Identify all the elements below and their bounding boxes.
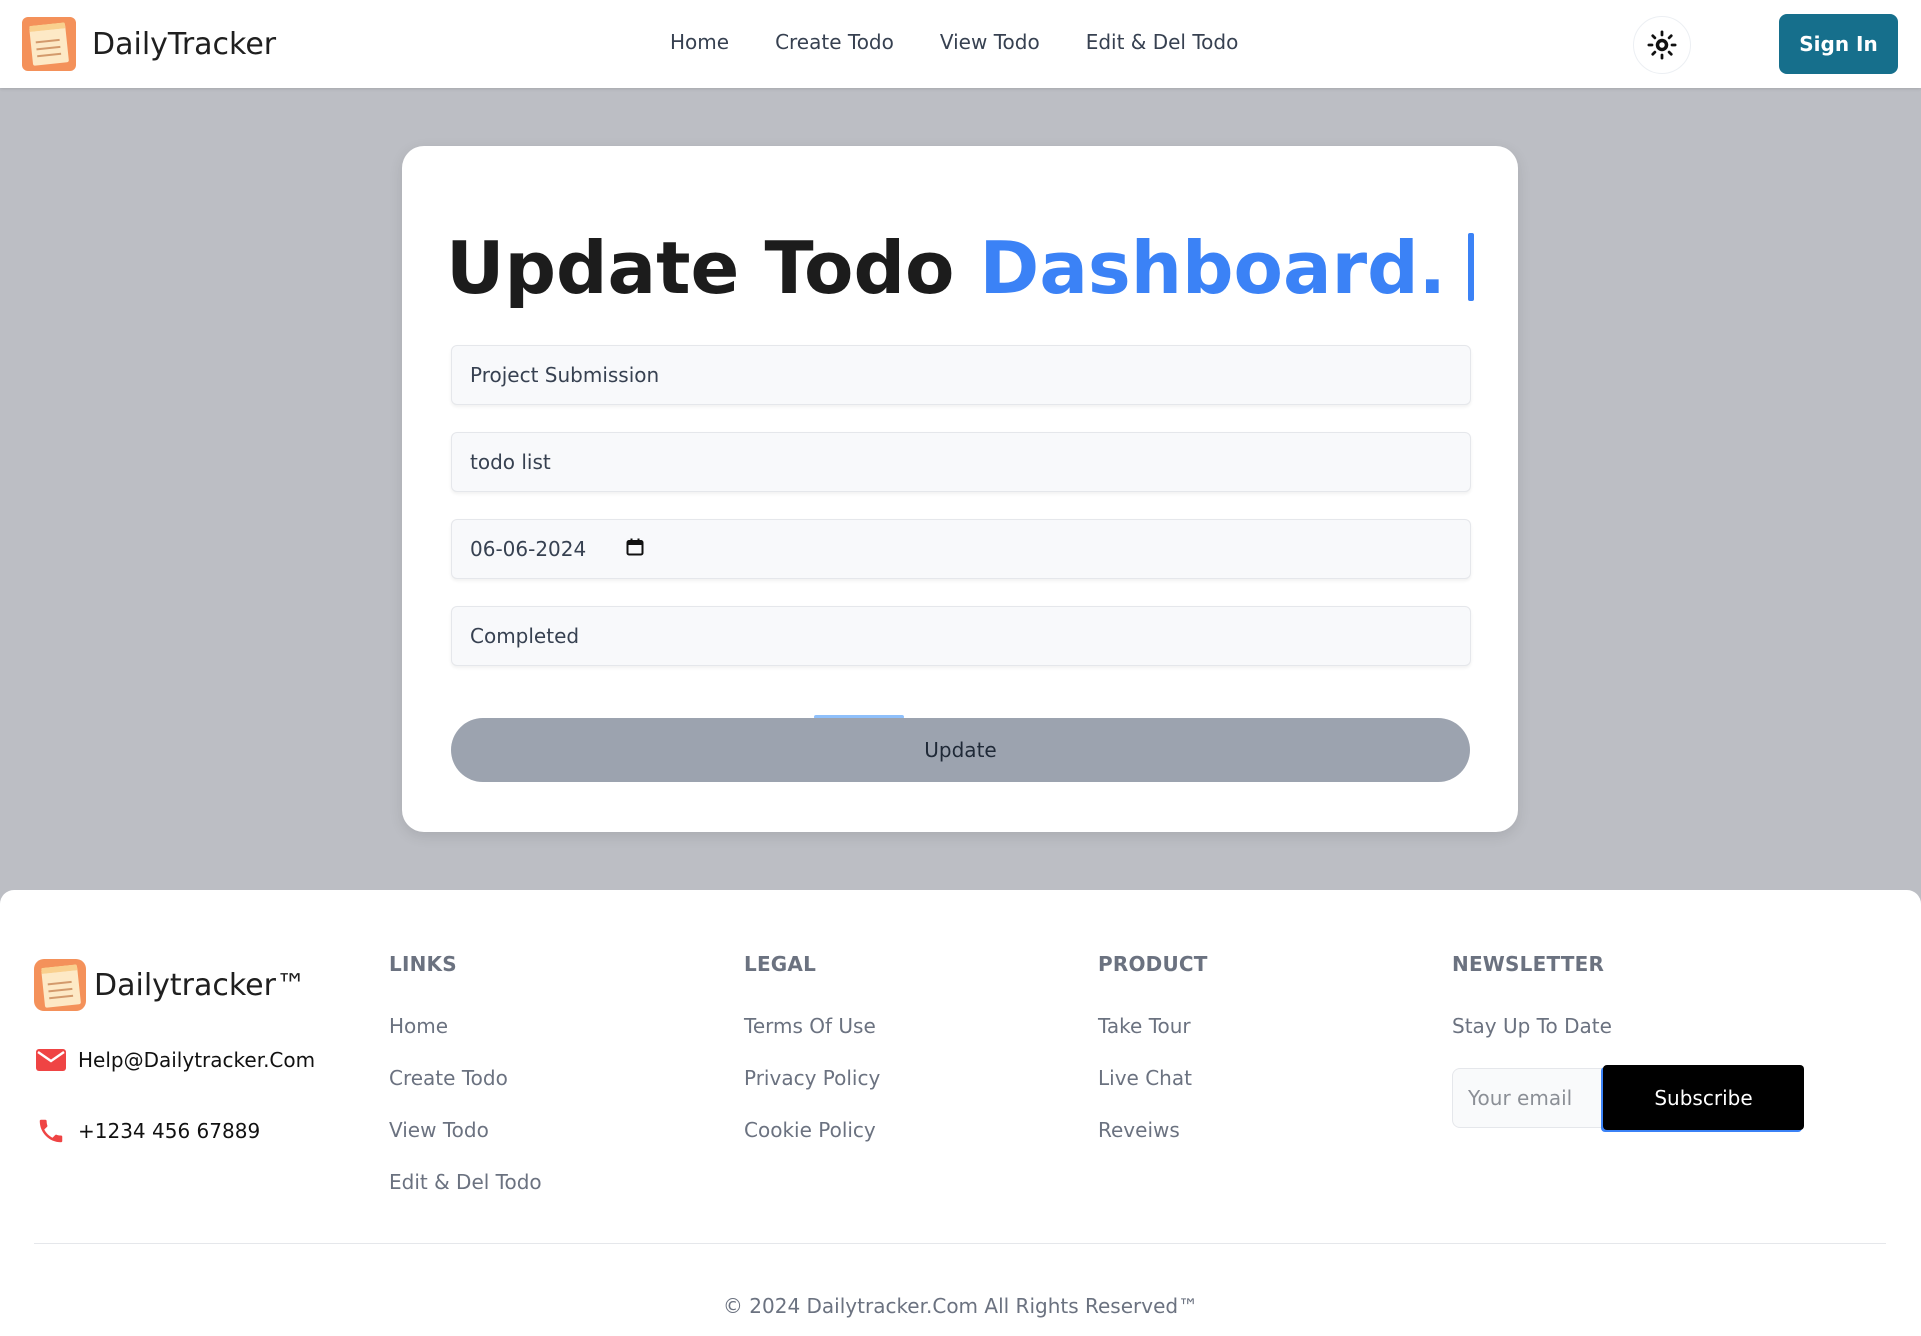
- calendar-icon[interactable]: [626, 537, 644, 561]
- title-accent: Dashboard.: [979, 226, 1446, 310]
- main-nav: Home Create Todo View Todo Edit & Del To…: [670, 30, 1284, 54]
- footer-link-live-chat[interactable]: Live Chat: [1098, 1066, 1208, 1118]
- footer-logo-icon: [34, 959, 86, 1011]
- footer-link-home[interactable]: Home: [389, 1014, 542, 1066]
- nav-view-todo[interactable]: View Todo: [940, 30, 1040, 54]
- footer-link-view-todo[interactable]: View Todo: [389, 1118, 542, 1170]
- footer-phone-text: +1234 456 67889: [78, 1119, 261, 1143]
- brand-name: DailyTracker: [92, 26, 277, 62]
- footer-newsletter-heading: NEWSLETTER: [1452, 952, 1605, 976]
- footer: Dailytracker™ Help@Dailytracker.Com +123…: [0, 890, 1921, 1336]
- newsletter-email-placeholder: Your email: [1468, 1086, 1573, 1110]
- todo-description-value: todo list: [470, 450, 551, 474]
- footer-brand[interactable]: Dailytracker™: [34, 959, 306, 1011]
- todo-title-value: Project Submission: [470, 363, 660, 387]
- todo-status-input[interactable]: Completed: [451, 606, 1471, 666]
- footer-link-privacy[interactable]: Privacy Policy: [744, 1066, 880, 1118]
- copyright: © 2024 Dailytracker.Com All Rights Reser…: [722, 1294, 1199, 1318]
- newsletter-text: Stay Up To Date: [1452, 1014, 1612, 1038]
- nav-create-todo[interactable]: Create Todo: [775, 30, 894, 54]
- phone-icon: [36, 1116, 68, 1146]
- title-main: Update Todo: [446, 226, 955, 310]
- page-title: Update Todo Dashboard.: [402, 226, 1518, 310]
- todo-date-value: 06-06-2024: [470, 537, 587, 561]
- todo-description-input[interactable]: todo list: [451, 432, 1471, 492]
- footer-link-terms[interactable]: Terms Of Use: [744, 1014, 880, 1066]
- todo-date-input[interactable]: 06-06-2024: [451, 519, 1471, 579]
- footer-divider: [34, 1243, 1886, 1244]
- footer-link-take-tour[interactable]: Take Tour: [1098, 1014, 1208, 1066]
- footer-link-edit-del-todo[interactable]: Edit & Del Todo: [389, 1170, 542, 1222]
- footer-newsletter-column: NEWSLETTER Stay Up To Date: [1452, 952, 1612, 1038]
- sun-icon: [1647, 30, 1677, 60]
- footer-phone[interactable]: +1234 456 67889: [36, 1116, 260, 1146]
- footer-brand-name: Dailytracker™: [94, 967, 306, 1003]
- footer-link-create-todo[interactable]: Create Todo: [389, 1066, 542, 1118]
- footer-legal-heading: LEGAL: [744, 952, 817, 976]
- footer-product-heading: PRODUCT: [1098, 952, 1208, 976]
- footer-links-heading: LINKS: [389, 952, 457, 976]
- typing-caret: [1468, 233, 1474, 301]
- top-navbar: DailyTracker Home Create Todo View Todo …: [0, 0, 1921, 88]
- subscribe-button[interactable]: Subscribe: [1603, 1065, 1804, 1130]
- footer-link-cookie[interactable]: Cookie Policy: [744, 1118, 880, 1170]
- update-todo-card: Update Todo Dashboard. Project Submissio…: [402, 146, 1518, 832]
- todo-status-value: Completed: [470, 624, 580, 648]
- nav-home[interactable]: Home: [670, 30, 729, 54]
- footer-email[interactable]: Help@Dailytracker.Com: [36, 1048, 315, 1072]
- todo-title-input[interactable]: Project Submission: [451, 345, 1471, 405]
- theme-toggle-button[interactable]: [1633, 16, 1691, 74]
- footer-link-reviews[interactable]: Reveiws: [1098, 1118, 1208, 1170]
- footer-legal-column: LEGAL Terms Of Use Privacy Policy Cookie…: [744, 952, 880, 1170]
- mail-icon: [36, 1049, 68, 1071]
- logo-icon: [22, 17, 76, 71]
- footer-email-text: Help@Dailytracker.Com: [78, 1048, 316, 1072]
- brand[interactable]: DailyTracker: [22, 17, 276, 71]
- nav-edit-del-todo[interactable]: Edit & Del Todo: [1086, 30, 1239, 54]
- update-button[interactable]: Update: [451, 718, 1470, 782]
- newsletter-email-input[interactable]: Your email: [1452, 1068, 1604, 1128]
- footer-links-column: LINKS Home Create Todo View Todo Edit & …: [389, 952, 542, 1222]
- sign-in-button[interactable]: Sign In: [1779, 14, 1898, 74]
- footer-product-column: PRODUCT Take Tour Live Chat Reveiws: [1098, 952, 1208, 1170]
